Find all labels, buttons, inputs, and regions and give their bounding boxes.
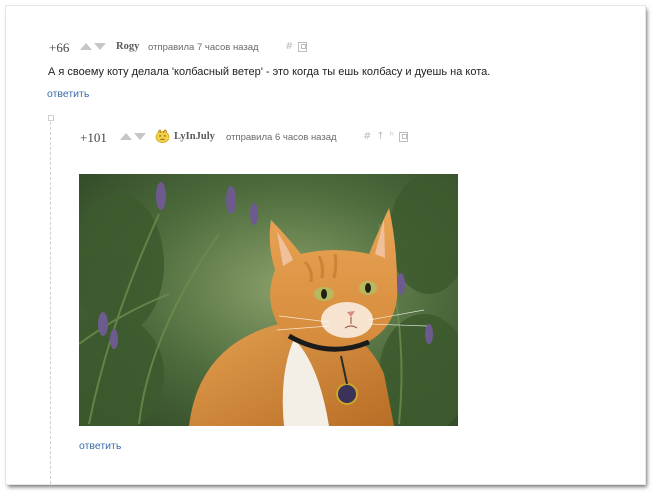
comment-text: А я своему коту делала 'колбасный ветер'…: [48, 66, 491, 78]
cat-photo: [79, 174, 458, 426]
collapse-thread-icon[interactable]: [48, 115, 54, 121]
comment-rating: +101: [80, 130, 107, 145]
reply-link[interactable]: ответить: [79, 440, 121, 452]
upvote-icon[interactable]: [80, 43, 92, 50]
vote-arrows: [80, 43, 106, 50]
comment-username[interactable]: LyInJuly: [174, 131, 215, 142]
branch-icon[interactable]: ʰ: [390, 132, 394, 142]
reply-link[interactable]: ответить: [47, 88, 89, 100]
permalink-hash-icon[interactable]: #: [363, 132, 371, 142]
upvote-icon[interactable]: [120, 133, 132, 140]
parent-arrow-icon[interactable]: ↑: [376, 132, 384, 142]
downvote-icon[interactable]: [134, 133, 146, 140]
comment-time: отправила 7 часов назад: [148, 42, 259, 53]
save-icon[interactable]: [398, 132, 408, 142]
comment-time: отправила 6 часов назад: [226, 132, 337, 143]
comment-username[interactable]: Rogy: [116, 41, 139, 52]
downvote-icon[interactable]: [94, 43, 106, 50]
user-avatar-icon: [155, 129, 170, 143]
comment-rating: +66: [49, 40, 70, 55]
comment-meta-icons: # ↑ ʰ: [363, 132, 408, 142]
thread-line[interactable]: [50, 122, 51, 484]
permalink-hash-icon[interactable]: #: [285, 42, 293, 52]
save-icon[interactable]: [298, 42, 308, 52]
comment-meta-icons: #: [285, 42, 308, 52]
vote-arrows: [120, 133, 146, 140]
